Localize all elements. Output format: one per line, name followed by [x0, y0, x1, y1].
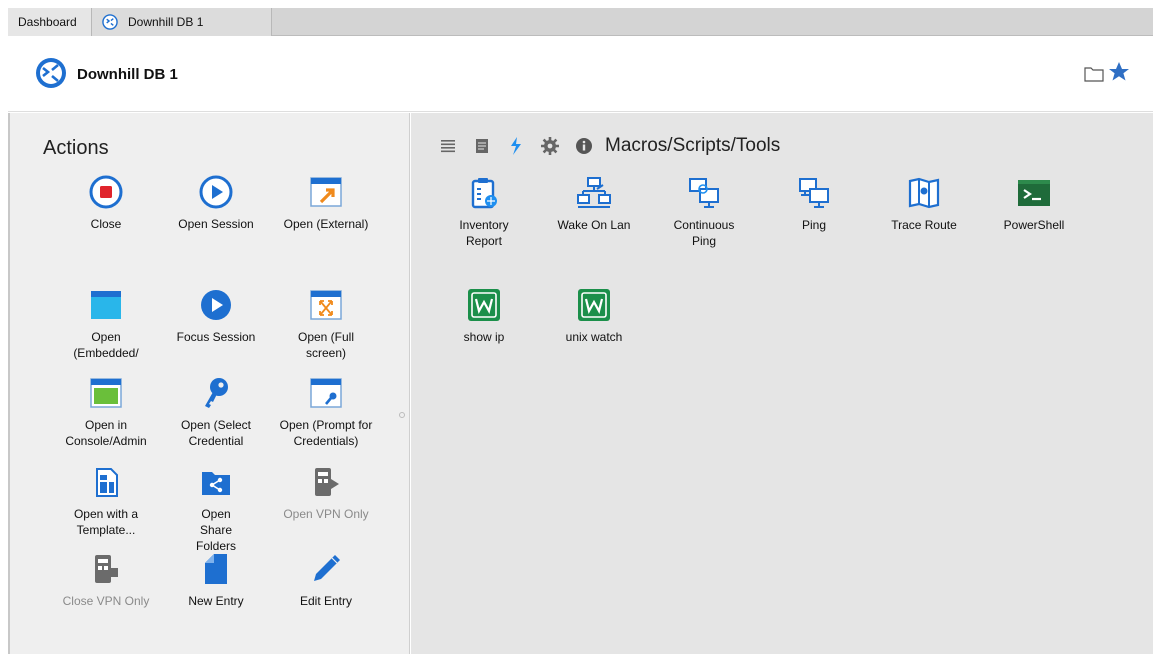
notes-button[interactable]: [465, 133, 499, 159]
edit-entry-button[interactable]: Edit Entry: [274, 552, 378, 609]
tile-label: Open (Prompt for Credentials): [279, 418, 373, 448]
open-prompt-credentials-button[interactable]: Open (Prompt for Credentials): [274, 376, 378, 449]
tile-label: Open (Select Credential: [180, 418, 252, 448]
tool-wake-on-lan[interactable]: Wake On Lan: [542, 176, 646, 233]
continuous-ping-icon: [689, 178, 719, 208]
tools-title: Macros/Scripts/Tools: [605, 135, 781, 156]
external-window-icon: [310, 177, 342, 207]
tile-label: Close: [90, 217, 122, 231]
play-filled-icon: [201, 290, 231, 320]
pencil-icon: [314, 555, 340, 581]
open-select-credential-button[interactable]: Open (Select Credential: [164, 376, 268, 449]
notes-icon: [476, 139, 488, 153]
tile-label: Open (Embedded/: [73, 330, 139, 360]
tab-label: Dashboard: [18, 15, 77, 29]
open-share-folders-button[interactable]: Open Share Folders: [164, 465, 268, 554]
fullscreen-window-icon: [310, 290, 342, 320]
tab-label: Downhill DB 1: [128, 15, 204, 29]
trace-route-icon: [908, 177, 940, 209]
open-console-admin-button[interactable]: Open in Console/Admin: [54, 376, 158, 449]
tile-label: Trace Route: [891, 218, 957, 232]
tile-label: Open (External): [283, 217, 369, 231]
share-folder-icon: [202, 472, 230, 495]
tool-continuous-ping[interactable]: Continuous Ping: [652, 176, 756, 249]
tile-label: PowerShell: [1003, 218, 1065, 232]
gear-icon: [541, 137, 559, 155]
tile-label: Close VPN Only: [62, 594, 150, 608]
tool-inventory-report[interactable]: Inventory Report: [432, 176, 536, 249]
tile-label: Edit Entry: [299, 594, 353, 608]
entry-header: Downhill DB 1: [8, 36, 1153, 112]
embedded-window-icon: [91, 291, 121, 319]
tile-label: Wake On Lan: [557, 218, 631, 232]
folder-icon[interactable]: [1084, 66, 1104, 82]
tile-label: New Entry: [188, 594, 244, 608]
actions-panel: Actions Close Open Session Open (Externa…: [8, 113, 410, 654]
focus-session-button[interactable]: Focus Session: [164, 288, 268, 345]
settings-button[interactable]: [533, 133, 567, 159]
tab-bar: Dashboard Downhill DB 1: [8, 8, 1153, 36]
tile-label: show ip: [463, 330, 505, 344]
info-icon: [576, 138, 592, 154]
close-button[interactable]: Close: [54, 175, 158, 232]
vpn-icon: [95, 555, 118, 583]
panel-splitter[interactable]: [399, 412, 405, 418]
inventory-report-icon: [471, 178, 497, 209]
tile-label: Focus Session: [176, 330, 256, 344]
open-full-screen-button[interactable]: Open (Full screen): [274, 288, 378, 361]
network-icon: [577, 177, 611, 208]
remote-desktop-icon: [102, 14, 118, 30]
powershell-icon: [1018, 180, 1050, 206]
tile-label: Ping: [801, 218, 827, 232]
open-embedded-button[interactable]: Open (Embedded/: [54, 288, 158, 361]
actions-title: Actions: [43, 137, 109, 159]
list-icon: [441, 140, 455, 153]
remote-desktop-icon: [36, 58, 66, 88]
close-vpn-only-button[interactable]: Close VPN Only: [54, 552, 158, 609]
tab-dashboard[interactable]: Dashboard: [8, 8, 92, 36]
macros-icon: [511, 137, 521, 155]
new-entry-button[interactable]: New Entry: [164, 552, 268, 609]
tile-label: Open in Console/Admin: [65, 418, 147, 448]
console-window-icon: [90, 378, 122, 408]
tool-ping[interactable]: Ping: [762, 176, 866, 233]
prompt-credentials-icon: [310, 378, 342, 408]
tool-powershell[interactable]: PowerShell: [982, 176, 1086, 233]
open-vpn-only-button[interactable]: Open VPN Only: [274, 465, 378, 522]
star-icon[interactable]: [1107, 60, 1131, 84]
ping-icon: [799, 178, 829, 208]
tool-unix-watch[interactable]: unix watch: [542, 288, 646, 345]
open-with-template-button[interactable]: Open with a Template...: [54, 465, 158, 538]
info-button[interactable]: [567, 133, 601, 159]
tile-label: Continuous Ping: [673, 218, 735, 248]
tab-downhill-db-1[interactable]: Downhill DB 1: [92, 8, 272, 36]
tile-label: Open Session: [178, 217, 254, 231]
tools-toolbar: Macros/Scripts/Tools: [431, 133, 780, 159]
key-icon: [205, 378, 228, 408]
macros-button[interactable]: [499, 133, 533, 159]
template-icon: [96, 468, 118, 497]
tile-label: Inventory Report: [459, 218, 509, 248]
open-external-button[interactable]: Open (External): [274, 175, 378, 232]
tools-panel: Macros/Scripts/Tools Inventory Report Wa…: [411, 113, 1153, 654]
tile-label: Open Share Folders: [195, 507, 236, 553]
tool-trace-route[interactable]: Trace Route: [872, 176, 976, 233]
stop-icon: [89, 175, 123, 209]
script-w-icon: [578, 289, 610, 321]
play-outline-icon: [199, 175, 233, 209]
open-session-button[interactable]: Open Session: [164, 175, 268, 232]
list-view-button[interactable]: [431, 133, 465, 159]
vpn-icon: [315, 468, 339, 496]
tile-label: Open (Full screen): [297, 330, 355, 360]
tile-label: unix watch: [565, 330, 623, 344]
tool-show-ip[interactable]: show ip: [432, 288, 536, 345]
tile-label: Open VPN Only: [283, 507, 369, 521]
page-title: Downhill DB 1: [77, 66, 178, 83]
script-w-icon: [468, 289, 500, 321]
tile-label: Open with a Template...: [73, 507, 139, 537]
new-document-icon: [205, 554, 227, 584]
